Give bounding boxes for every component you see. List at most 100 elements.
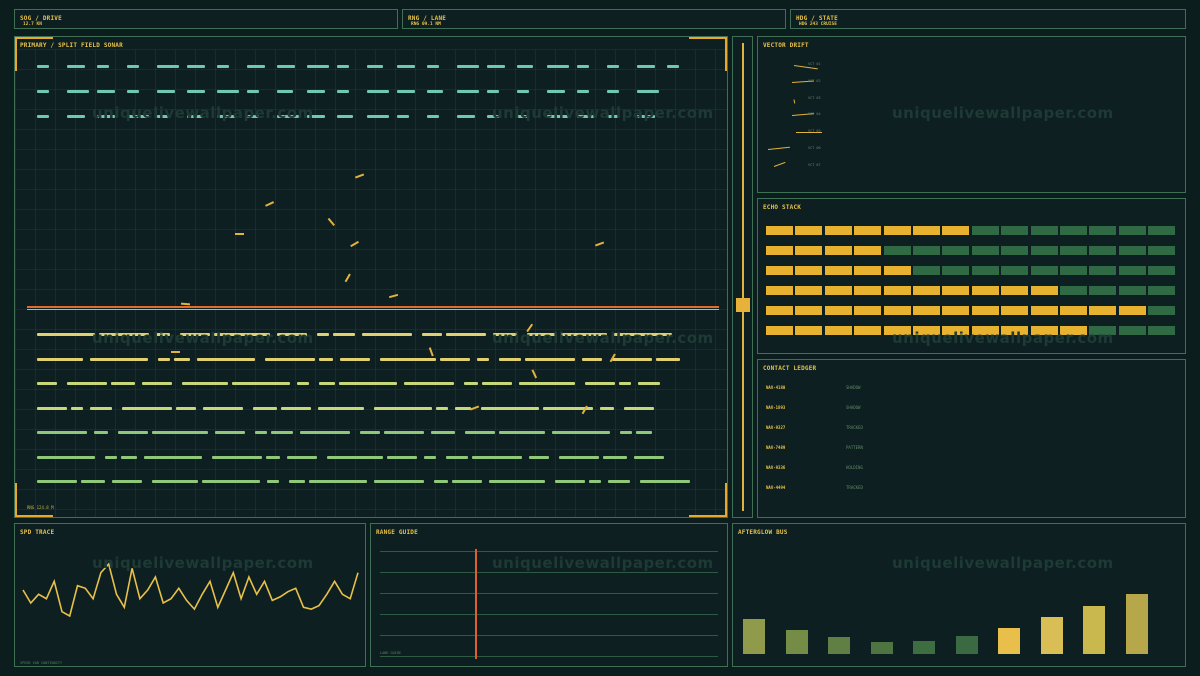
echo-cell bbox=[1030, 246, 1058, 255]
echo-cell bbox=[1060, 286, 1087, 295]
sonar-top-dash bbox=[307, 115, 325, 118]
sog-title: SOG / DRIVE bbox=[20, 15, 62, 22]
sonar-bottom-dash bbox=[436, 406, 448, 410]
afterglow-bar bbox=[955, 636, 978, 654]
sonar-top-dash bbox=[67, 115, 85, 118]
corner-tr bbox=[689, 37, 727, 71]
ledger-state: TRACKED bbox=[846, 485, 863, 490]
sonar-top-dash bbox=[517, 115, 529, 118]
sonar-bottom-dash bbox=[603, 455, 627, 459]
echo-cell bbox=[854, 266, 882, 275]
sonar-bottom-dash bbox=[266, 455, 280, 459]
ledger-row[interactable]: NAV-9336 HOLDING bbox=[758, 465, 1185, 475]
echo-cell bbox=[1001, 266, 1029, 275]
range-gridline bbox=[380, 572, 718, 573]
echo-cell bbox=[1089, 306, 1117, 315]
sonar-bottom-dash bbox=[90, 406, 112, 410]
echo-cell bbox=[883, 326, 911, 335]
sonar-bottom-dash bbox=[281, 406, 311, 410]
sonar-top-dash bbox=[337, 90, 349, 93]
sonar-bottom-dash bbox=[255, 431, 267, 434]
sonar-bottom-dash bbox=[404, 382, 454, 385]
drift-label: VCT 07 bbox=[808, 162, 821, 167]
range-marker[interactable] bbox=[475, 549, 478, 659]
echo-cell bbox=[1148, 246, 1176, 255]
sonar-bottom-dash bbox=[309, 480, 367, 483]
echo-cell bbox=[766, 326, 793, 335]
echo-cell bbox=[883, 286, 911, 295]
echo-cell bbox=[971, 246, 999, 255]
sonar-top-dash bbox=[397, 115, 409, 118]
sonar-top-dash bbox=[337, 115, 353, 118]
ledger-id: NAV-1893 bbox=[766, 405, 786, 410]
echo-cell bbox=[1030, 286, 1058, 295]
sonar-panel: PRIMARY / SPLIT FIELD SONAR RNG 124.8 M bbox=[14, 36, 728, 518]
echo-cell bbox=[1118, 326, 1146, 335]
echo-cell bbox=[854, 226, 882, 235]
ledger-row[interactable]: NAV-9327 TRACKED bbox=[758, 425, 1185, 435]
afterglow-bar bbox=[1125, 594, 1148, 654]
ledger-row[interactable]: NAV-4180 SHADOW bbox=[758, 385, 1185, 395]
sonar-top-dash bbox=[577, 65, 589, 68]
ledger-row[interactable]: NAV-4494 TRACKED bbox=[758, 485, 1185, 495]
sonar-bottom-dash bbox=[340, 357, 370, 361]
sonar-divider bbox=[27, 306, 719, 308]
sonar-grid bbox=[15, 49, 727, 517]
echo-cell bbox=[1060, 306, 1087, 315]
sonar-bottom-dash bbox=[158, 357, 170, 361]
sonar-bottom-dash bbox=[271, 431, 293, 434]
sonar-bottom-dash bbox=[656, 357, 680, 361]
sonar-bottom-dash bbox=[360, 431, 380, 434]
sonar-bottom-dash bbox=[67, 382, 107, 385]
sonar-bottom-dash bbox=[174, 357, 190, 361]
sonar-bottom-dash bbox=[640, 480, 690, 483]
sonar-top-dash bbox=[427, 115, 439, 118]
echo-cell bbox=[1089, 226, 1117, 235]
ledger-row[interactable]: NAV-1893 SHADOW bbox=[758, 405, 1185, 415]
echo-cell bbox=[913, 246, 940, 255]
contact-ledger-title: CONTACT LEDGER bbox=[763, 365, 817, 372]
drift-label: VCT 04 bbox=[808, 112, 821, 117]
sonar-bottom-dash bbox=[214, 333, 270, 336]
scrubber-handle[interactable] bbox=[736, 298, 750, 312]
sonar-top-dash bbox=[37, 90, 49, 93]
sonar-divider-glow bbox=[27, 309, 719, 310]
echo-cell bbox=[942, 226, 970, 235]
sonar-bottom-dash bbox=[232, 382, 290, 385]
echo-stack-title: ECHO STACK bbox=[763, 204, 802, 211]
sonar-top-dash bbox=[487, 65, 505, 68]
sonar-top-dash bbox=[37, 65, 49, 68]
sog-panel: SOG / DRIVE 12.7 KN bbox=[14, 9, 398, 29]
afterglow-bar bbox=[785, 630, 808, 654]
sonar-top-dash bbox=[187, 90, 205, 93]
sonar-bottom-dash bbox=[387, 455, 417, 459]
sonar-bottom-dash bbox=[71, 406, 83, 410]
sonar-top-dash bbox=[187, 65, 205, 68]
sonar-top-dash bbox=[247, 115, 259, 118]
range-guide-title: RANGE GUIDE bbox=[376, 529, 418, 536]
echo-cell bbox=[766, 226, 793, 235]
sonar-bottom-dash bbox=[37, 455, 95, 459]
sonar-bottom-dash bbox=[384, 431, 424, 434]
drift-label: VCT 01 bbox=[808, 62, 821, 66]
sonar-top-dash bbox=[397, 90, 415, 93]
echo-cell bbox=[824, 286, 852, 295]
echo-cell bbox=[1148, 266, 1176, 275]
sonar-top-dash bbox=[397, 65, 415, 68]
spd-trace-panel: SPD TRACE SPEED VAR CONTINUITY bbox=[14, 523, 366, 667]
sonar-bottom-dash bbox=[212, 455, 262, 459]
echo-cell bbox=[1030, 326, 1058, 335]
range-guide-panel: RANGE GUIDE LANE GUIDE bbox=[370, 523, 728, 667]
range-gridline bbox=[380, 656, 718, 657]
sonar-top-dash bbox=[217, 90, 239, 93]
echo-cell bbox=[1118, 246, 1146, 255]
sonar-bottom-dash bbox=[525, 357, 575, 361]
echo-cell bbox=[824, 226, 852, 235]
rng-value: RNG 09.1 NM bbox=[411, 22, 441, 27]
vector-drift-title: VECTOR DRIFT bbox=[763, 42, 809, 49]
sonar-top-dash bbox=[607, 65, 619, 68]
sonar-bottom-dash bbox=[519, 382, 575, 385]
sonar-top-dash bbox=[157, 115, 169, 118]
ledger-row[interactable]: NAV-7489 PATTERN bbox=[758, 445, 1185, 455]
vertical-scrubber[interactable] bbox=[732, 36, 753, 518]
